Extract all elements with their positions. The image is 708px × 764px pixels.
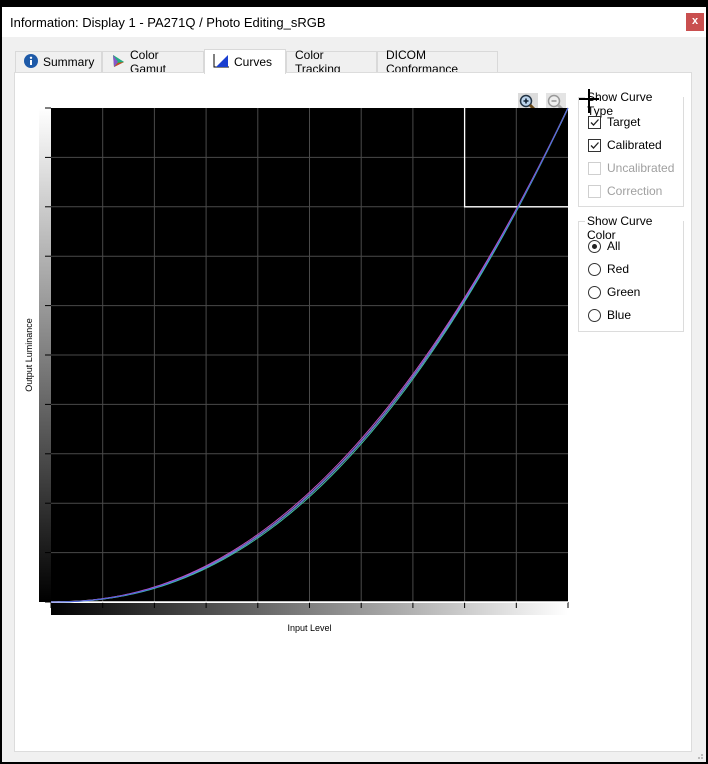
- curve-type-title: Show Curve Type: [585, 90, 683, 118]
- info-window: Information: Display 1 - PA271Q / Photo …: [2, 7, 706, 762]
- correction-checkbox: Correction: [588, 184, 662, 198]
- color-gamut-icon: [111, 54, 125, 71]
- crosshair-cursor: [579, 89, 599, 113]
- resize-grip[interactable]: [694, 750, 704, 760]
- curves-panel: Input Level Output Luminance Show Curve T…: [14, 72, 692, 752]
- red-label: Red: [607, 262, 630, 276]
- all-radio[interactable]: All: [588, 239, 620, 253]
- close-button[interactable]: x: [686, 13, 704, 31]
- tab-curves[interactable]: Curves: [204, 49, 286, 74]
- window-title: Information: Display 1 - PA271Q / Photo …: [10, 15, 326, 30]
- calibrated-checkbox[interactable]: Calibrated: [588, 138, 662, 152]
- green-label: Green: [607, 285, 641, 299]
- uncalibrated-checkbox: Uncalibrated: [588, 161, 674, 175]
- red-radio[interactable]: Red: [588, 262, 629, 276]
- tab-color-gamut[interactable]: Color Gamut: [102, 48, 204, 76]
- blue-radio[interactable]: Blue: [588, 308, 631, 322]
- tab-color-tracking[interactable]: Color Tracking: [286, 48, 377, 76]
- info-icon: [24, 53, 38, 71]
- curve-color-group: Show Curve Color All Red Green Blue: [578, 214, 684, 332]
- tab-dicom-conformance[interactable]: DICOM Conformance: [377, 48, 498, 76]
- tab-curves-label: Curves: [234, 55, 273, 69]
- green-radio[interactable]: Green: [588, 285, 640, 299]
- blue-label: Blue: [607, 308, 632, 322]
- correction-label: Correction: [607, 184, 663, 198]
- title-bar: Information: Display 1 - PA271Q / Photo …: [2, 7, 706, 37]
- target-label: Target: [607, 115, 641, 129]
- uncalibrated-label: Uncalibrated: [607, 161, 675, 175]
- all-label: All: [607, 239, 621, 253]
- curve-color-title: Show Curve Color: [585, 214, 683, 242]
- y-axis-label: Output Luminance: [24, 318, 34, 392]
- calibrated-label: Calibrated: [607, 138, 662, 152]
- x-axis-label: Input Level: [287, 623, 331, 633]
- tab-summary-label: Summary: [43, 55, 95, 69]
- tab-summary[interactable]: Summary: [15, 51, 102, 72]
- curves-chart[interactable]: Input Level Output Luminance: [15, 101, 575, 646]
- target-checkbox[interactable]: Target: [588, 115, 640, 129]
- curves-icon: [213, 53, 229, 71]
